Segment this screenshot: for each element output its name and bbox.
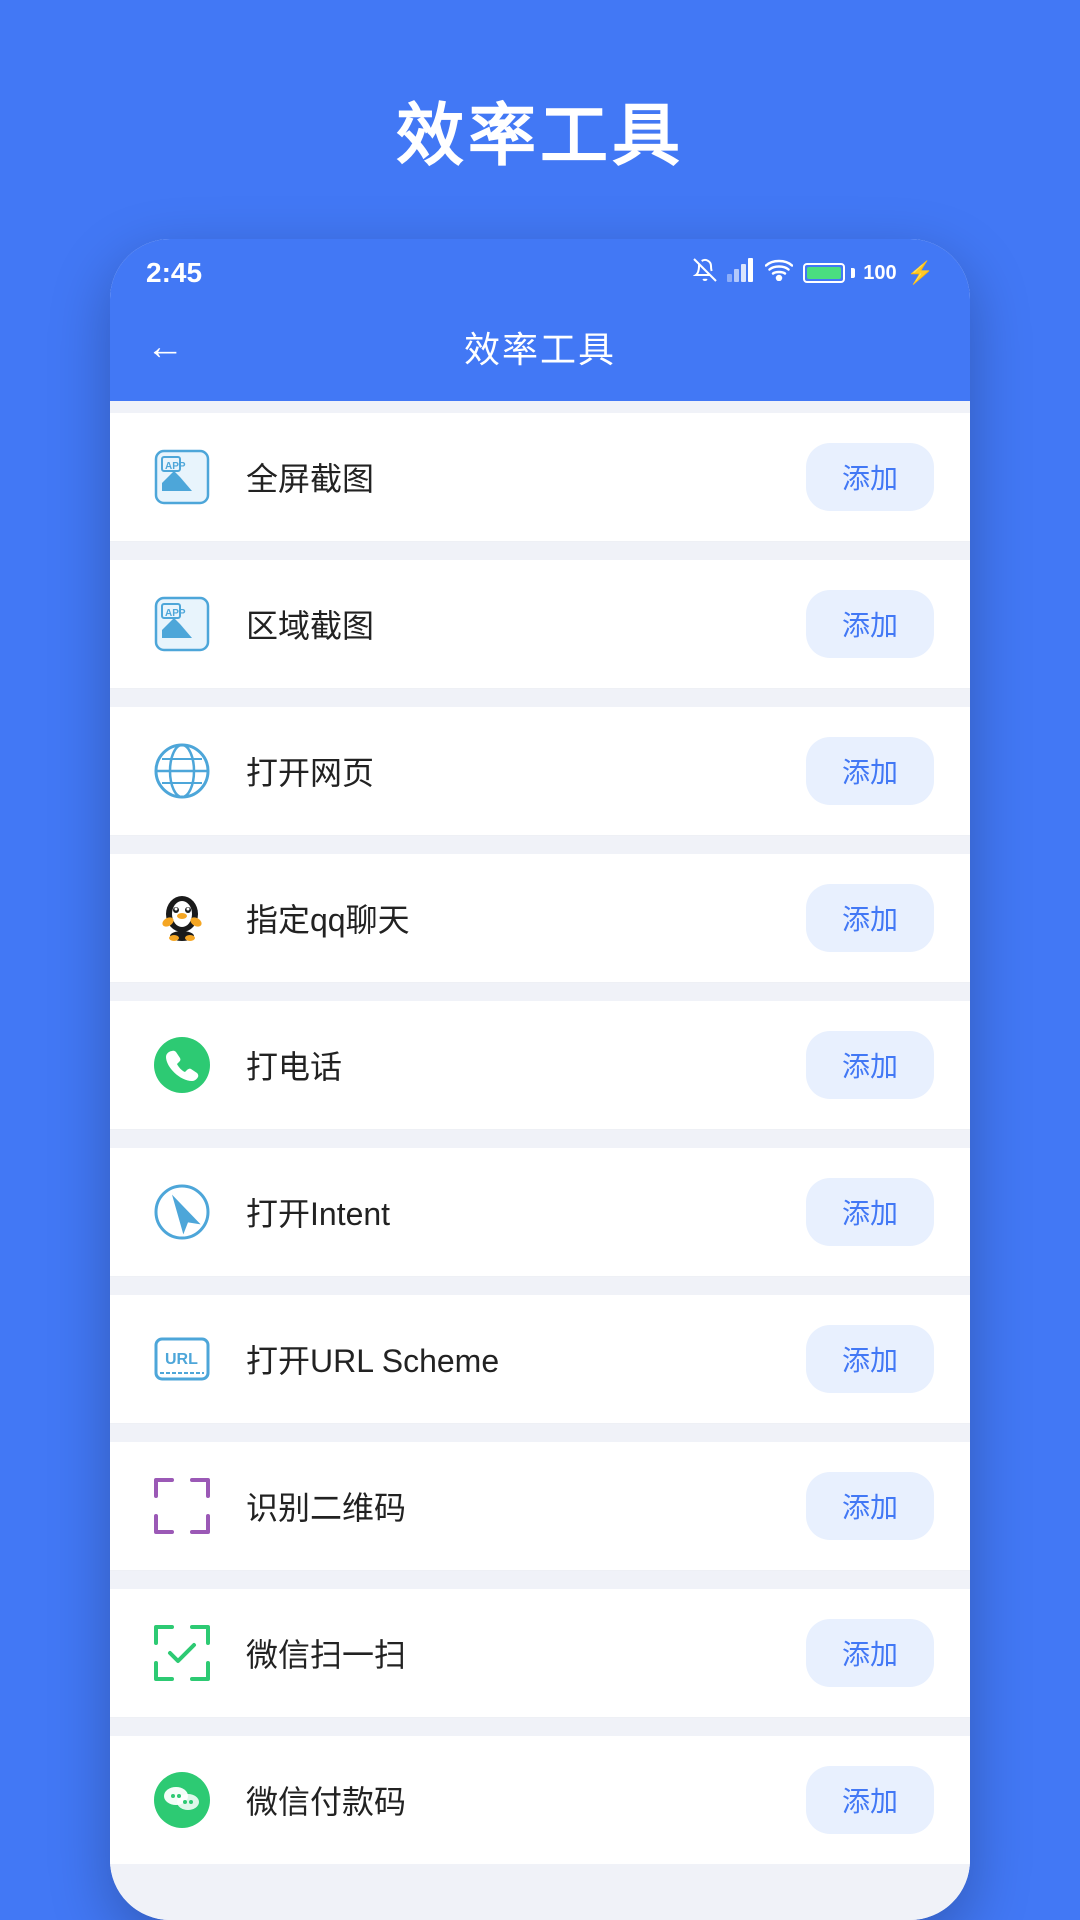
wechat-scan-icon	[146, 1617, 218, 1689]
region-screenshot-label: 区域截图	[246, 601, 806, 647]
open-url-scheme-icon: URL	[146, 1323, 218, 1395]
full-screenshot-add-button[interactable]: 添加	[806, 443, 934, 511]
region-screenshot-icon: APP	[146, 588, 218, 660]
status-time: 2:45	[146, 257, 202, 289]
open-intent-label: 打开Intent	[246, 1189, 806, 1235]
svg-text:APP: APP	[165, 608, 186, 619]
page-outer-title: 效率工具	[396, 80, 684, 179]
open-webpage-icon	[146, 735, 218, 807]
svg-text:URL: URL	[165, 1351, 198, 1368]
open-url-scheme-add-button[interactable]: 添加	[806, 1325, 934, 1393]
battery-indicator: 100	[803, 262, 896, 285]
divider	[110, 1426, 970, 1442]
list-item: 打开Intent 添加	[110, 1148, 970, 1277]
svg-text:APP: APP	[165, 461, 186, 472]
wechat-scan-label: 微信扫一扫	[246, 1630, 806, 1676]
wechat-pay-label: 微信付款码	[246, 1777, 806, 1823]
charging-icon: ⚡	[907, 260, 934, 286]
make-call-label: 打电话	[246, 1042, 806, 1088]
make-call-icon	[146, 1029, 218, 1101]
divider	[110, 985, 970, 1001]
qq-chat-icon	[146, 882, 218, 954]
mute-icon	[693, 258, 717, 288]
divider	[110, 1573, 970, 1589]
status-bar: 2:45	[110, 239, 970, 301]
list-item: APP 区域截图 添加	[110, 560, 970, 689]
scan-qr-add-button[interactable]: 添加	[806, 1472, 934, 1540]
back-button[interactable]: ←	[146, 326, 184, 369]
wechat-pay-icon	[146, 1764, 218, 1836]
list-item: 识别二维码 添加	[110, 1442, 970, 1571]
scan-qr-icon	[146, 1470, 218, 1542]
wechat-pay-add-button[interactable]: 添加	[806, 1766, 934, 1834]
open-intent-icon	[146, 1176, 218, 1248]
full-screenshot-icon: APP	[146, 441, 218, 513]
divider	[110, 1720, 970, 1736]
open-webpage-add-button[interactable]: 添加	[806, 737, 934, 805]
divider	[110, 544, 970, 560]
list-item: APP 全屏截图 添加	[110, 413, 970, 542]
phone-frame: 2:45	[110, 239, 970, 1920]
region-screenshot-add-button[interactable]: 添加	[806, 590, 934, 658]
open-webpage-label: 打开网页	[246, 748, 806, 794]
list-item: 打电话 添加	[110, 1001, 970, 1130]
status-icons: 100 ⚡	[693, 258, 934, 288]
list-item: 打开网页 添加	[110, 707, 970, 836]
divider	[110, 838, 970, 854]
qq-chat-add-button[interactable]: 添加	[806, 884, 934, 952]
full-screenshot-label: 全屏截图	[246, 454, 806, 500]
wechat-scan-add-button[interactable]: 添加	[806, 1619, 934, 1687]
open-intent-add-button[interactable]: 添加	[806, 1178, 934, 1246]
wifi-icon	[765, 259, 793, 287]
divider	[110, 1279, 970, 1295]
list-item: 指定qq聊天 添加	[110, 854, 970, 983]
list-item: URL 打开URL Scheme 添加	[110, 1295, 970, 1424]
tools-list: APP 全屏截图 添加 APP 区域截图 添加	[110, 401, 970, 1920]
screen-title: 效率工具	[464, 321, 616, 373]
top-navigation-bar: ← 效率工具	[110, 301, 970, 401]
battery-level: 100	[863, 262, 896, 285]
make-call-add-button[interactable]: 添加	[806, 1031, 934, 1099]
divider	[110, 1132, 970, 1148]
signal-icon	[727, 258, 755, 288]
list-item: 微信付款码 添加	[110, 1736, 970, 1864]
scan-qr-label: 识别二维码	[246, 1483, 806, 1529]
open-url-scheme-label: 打开URL Scheme	[246, 1336, 806, 1382]
qq-chat-label: 指定qq聊天	[246, 895, 806, 941]
list-item: 微信扫一扫 添加	[110, 1589, 970, 1718]
divider	[110, 691, 970, 707]
